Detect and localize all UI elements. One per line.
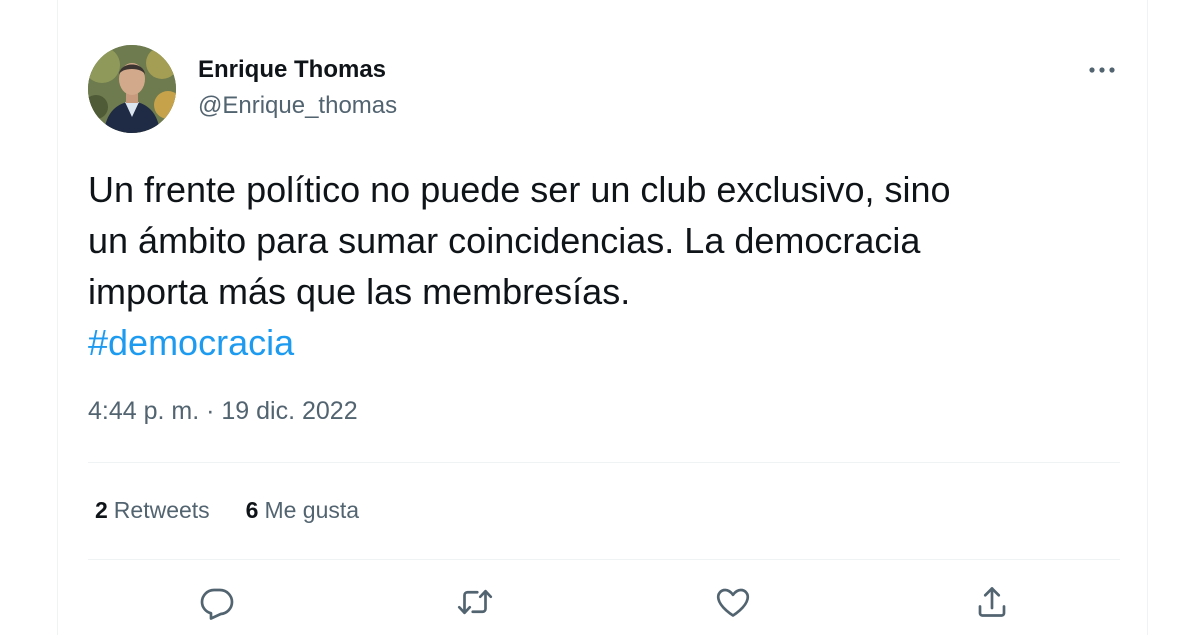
engagement-stats: 2 Retweets 6 Me gusta (95, 497, 359, 524)
share-icon (978, 587, 1006, 617)
likes-label: Me gusta (264, 497, 360, 523)
like-button[interactable] (713, 582, 753, 622)
tweet-timestamp[interactable]: 4:44 p. m. · 19 dic. 2022 (88, 397, 358, 426)
reply-button[interactable] (197, 582, 237, 622)
tweet-text-line: Un frente político no puede ser un club … (88, 169, 951, 210)
likes-stat[interactable]: 6 Me gusta (246, 497, 359, 524)
likes-count: 6 (245, 497, 259, 523)
like-icon (716, 588, 750, 617)
retweet-button[interactable] (455, 582, 495, 622)
more-options-button[interactable] (1080, 52, 1124, 88)
display-name[interactable]: Enrique Thomas (198, 56, 386, 84)
avatar[interactable] (88, 45, 176, 133)
retweets-stat[interactable]: 2 Retweets (95, 497, 210, 524)
tweet-text-line: un ámbito para sumar coincidencias. La d… (88, 220, 921, 261)
retweets-label: Retweets (113, 497, 210, 523)
retweet-icon (457, 589, 493, 615)
hashtag-link[interactable]: #democracia (88, 317, 294, 368)
tweet-text: Un frente político no puede ser un club … (88, 164, 1128, 368)
more-options-icon (1089, 67, 1115, 73)
divider (88, 462, 1120, 463)
share-button[interactable] (972, 582, 1012, 622)
tweet-text-line: importa más que las membresías. (88, 271, 631, 312)
user-handle[interactable]: @Enrique_thomas (198, 92, 397, 120)
retweets-count: 2 (95, 497, 108, 523)
divider (88, 559, 1120, 560)
reply-icon (200, 588, 234, 620)
